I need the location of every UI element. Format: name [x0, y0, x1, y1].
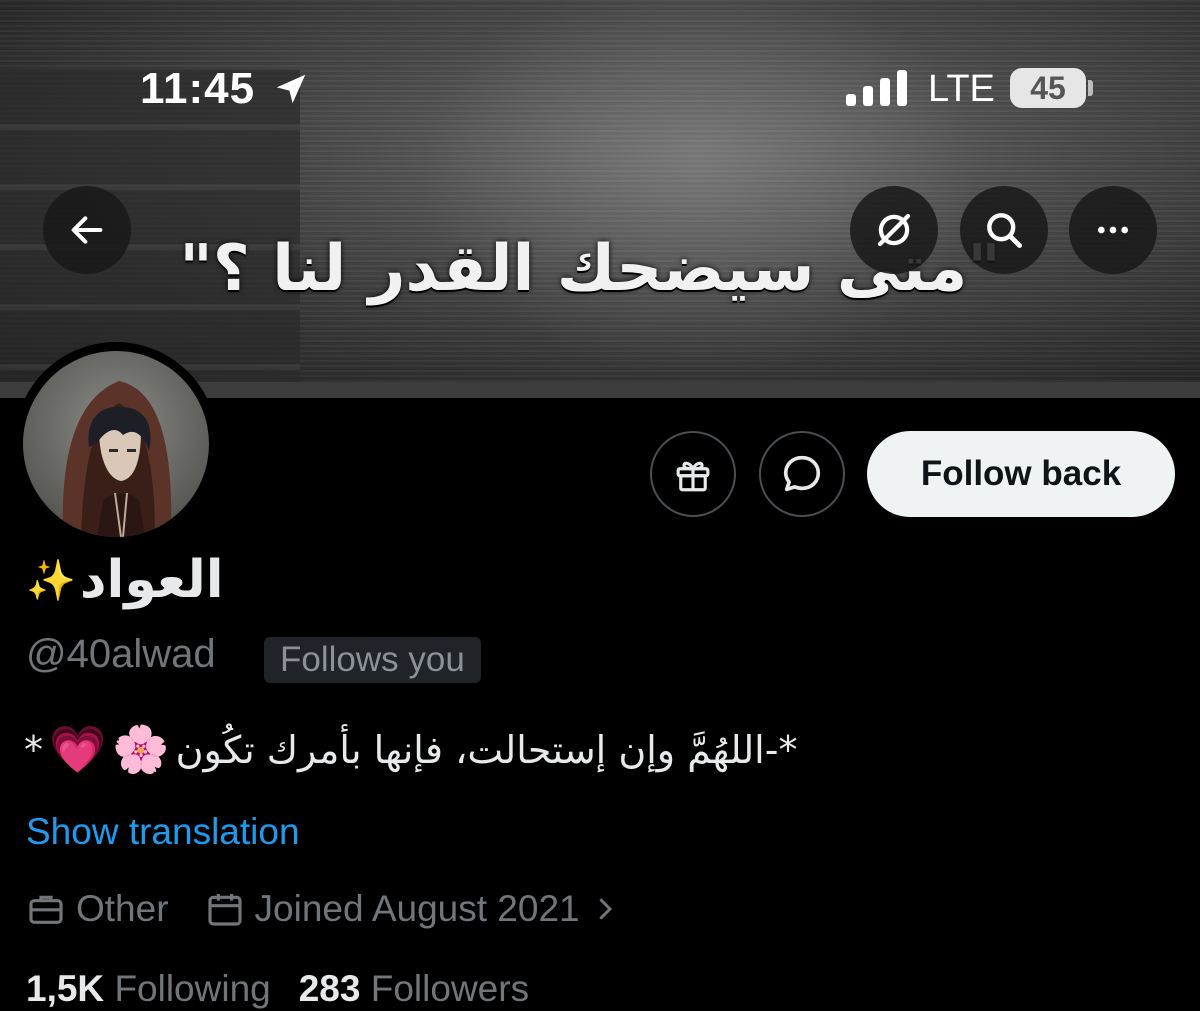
chevron-right-icon: [599, 898, 612, 920]
sparkles-emoji: ✨: [26, 557, 76, 604]
user-handle: @40alwad: [26, 632, 216, 676]
message-bubble-icon: [783, 455, 821, 492]
following-label: Following: [114, 968, 271, 1009]
battery-icon: 45: [1010, 68, 1086, 108]
network-type: LTE: [928, 68, 995, 110]
bio: * 💗 🌸 *-اللهُمَّ وإن إستحالت، فإنها بأمر…: [24, 722, 797, 777]
message-button[interactable]: [759, 431, 845, 517]
followers-link[interactable]: 283 Followers: [299, 968, 529, 1010]
battery-tip: [1088, 80, 1093, 96]
avatar[interactable]: [14, 342, 218, 546]
flower-emoji: 🌸: [112, 722, 170, 776]
display-name-text: العواد: [79, 550, 224, 610]
profile-meta: Other Joined August 2021: [26, 888, 656, 930]
follows-you-badge: Follows you: [264, 637, 481, 683]
follow-back-button[interactable]: Follow back: [867, 431, 1175, 517]
bio-suffix: *: [24, 727, 43, 772]
avatar-image: [23, 351, 209, 537]
briefcase-icon: [29, 895, 63, 924]
location-arrow-icon: [276, 74, 306, 104]
joined-item[interactable]: Joined August 2021: [205, 888, 620, 930]
followers-label: Followers: [370, 968, 530, 1009]
search-icon: [987, 213, 1022, 248]
follow-stats: 1,5K Following 283 Followers: [26, 968, 529, 1010]
following-link[interactable]: 1,5K Following: [26, 968, 271, 1010]
slashed-circle-icon: [877, 213, 911, 247]
heart-emoji: 💗: [49, 722, 107, 776]
category-item: Other: [26, 888, 169, 930]
status-time: 11:45: [140, 64, 256, 113]
ellipsis-icon: [1098, 226, 1128, 234]
grok-button[interactable]: [850, 186, 938, 274]
gift-button[interactable]: [650, 431, 736, 517]
arrow-left-icon: [71, 216, 103, 244]
display-name: ✨ العواد: [26, 550, 224, 610]
cellular-signal-icon: [846, 70, 907, 106]
more-options-button[interactable]: [1069, 186, 1157, 274]
joined-label: Joined August 2021: [254, 888, 580, 929]
back-button[interactable]: [43, 186, 131, 274]
search-button[interactable]: [960, 186, 1048, 274]
category-label: Other: [76, 888, 169, 929]
followers-count: 283: [298, 968, 361, 1009]
bio-text: *-اللهُمَّ وإن إستحالت، فإنها بأمرك تكُو…: [175, 727, 798, 772]
show-translation-link[interactable]: Show translation: [26, 811, 300, 853]
gift-icon: [676, 461, 710, 492]
following-count: 1,5K: [26, 968, 105, 1009]
calendar-icon: [207, 894, 242, 926]
